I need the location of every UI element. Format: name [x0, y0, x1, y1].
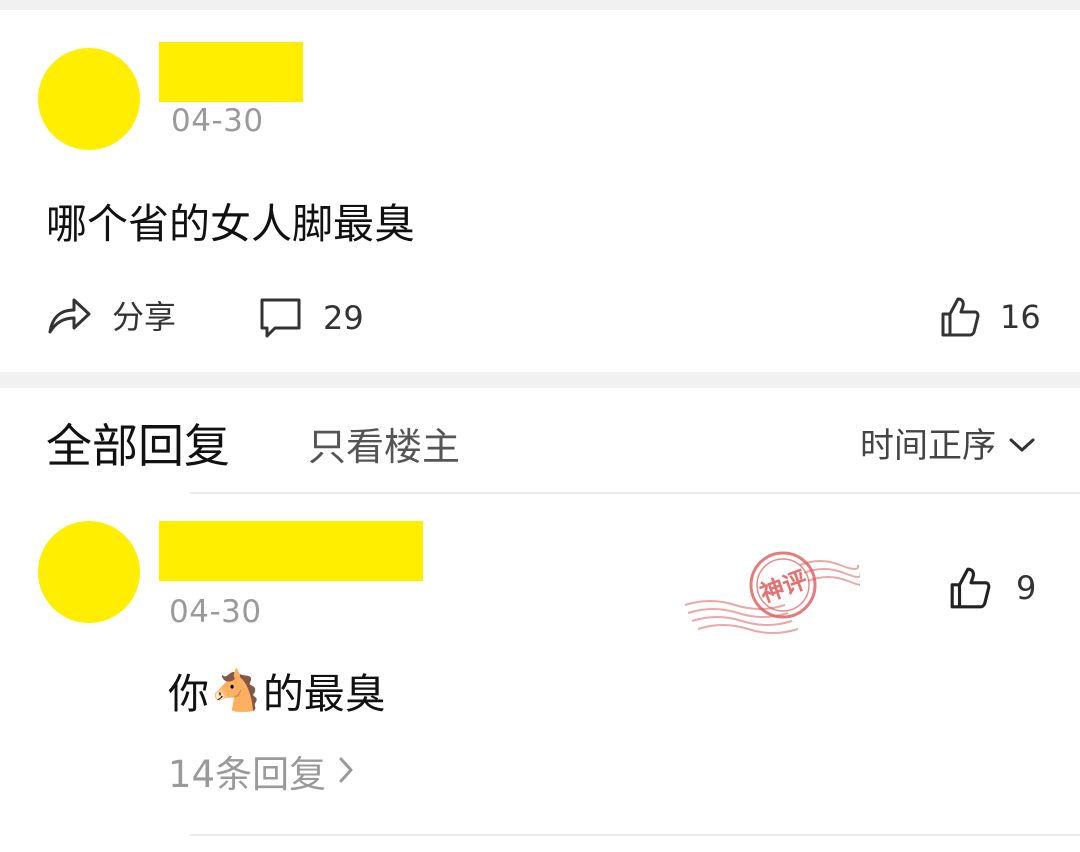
- chevron-right-icon: [326, 750, 354, 793]
- comment-text-before: 你: [168, 670, 209, 718]
- replies-label: 14条回复: [168, 753, 327, 796]
- share-icon: [46, 294, 92, 336]
- tab-all-replies[interactable]: 全部回复: [46, 410, 230, 476]
- comment-text-after: 的最臭: [262, 670, 386, 718]
- divider-line: [190, 492, 1080, 494]
- post-author-avatar[interactable]: [38, 48, 140, 150]
- thumbs-up-icon: [948, 566, 992, 610]
- tab-op-only[interactable]: 只看楼主: [308, 416, 460, 471]
- comment-like-button[interactable]: 9: [948, 566, 1036, 610]
- comment-like-count: 9: [1016, 569, 1037, 607]
- comment-button[interactable]: 29: [259, 296, 364, 340]
- comment-author-avatar[interactable]: [38, 521, 140, 623]
- divider-line: [190, 834, 1080, 836]
- comment-count: 29: [323, 299, 364, 337]
- share-button[interactable]: 分享: [46, 292, 176, 338]
- thumbs-up-icon: [940, 296, 980, 338]
- comment-body-text: 你 🐴 的最臭: [168, 660, 386, 720]
- comment-icon: [259, 296, 303, 340]
- reply-tabs-bar: 全部回复 只看楼主 时间正序: [0, 388, 1080, 492]
- horse-emoji: 🐴: [211, 667, 261, 714]
- sort-label: 时间正序: [860, 426, 996, 466]
- view-replies-link[interactable]: 14条回复: [168, 744, 354, 798]
- chevron-down-icon: [996, 423, 1036, 463]
- share-label: 分享: [112, 298, 177, 336]
- post-like-count: 16: [1000, 298, 1041, 336]
- post-like-button[interactable]: 16: [940, 296, 1041, 338]
- post-body-text: 哪个省的女人脚最臭: [46, 200, 415, 248]
- post-card: 04-30 哪个省的女人脚最臭 分享 29 16: [0, 10, 1080, 372]
- top-comment-stamp: 神评: [684, 551, 860, 634]
- comment-author-name-redacted[interactable]: [159, 521, 423, 581]
- comment-date: 04-30: [169, 594, 262, 630]
- post-author-name-redacted[interactable]: [159, 42, 303, 102]
- section-divider: [0, 372, 1080, 388]
- sort-dropdown[interactable]: 时间正序: [860, 418, 1036, 467]
- post-date: 04-30: [171, 103, 264, 139]
- top-separator: [0, 0, 1080, 10]
